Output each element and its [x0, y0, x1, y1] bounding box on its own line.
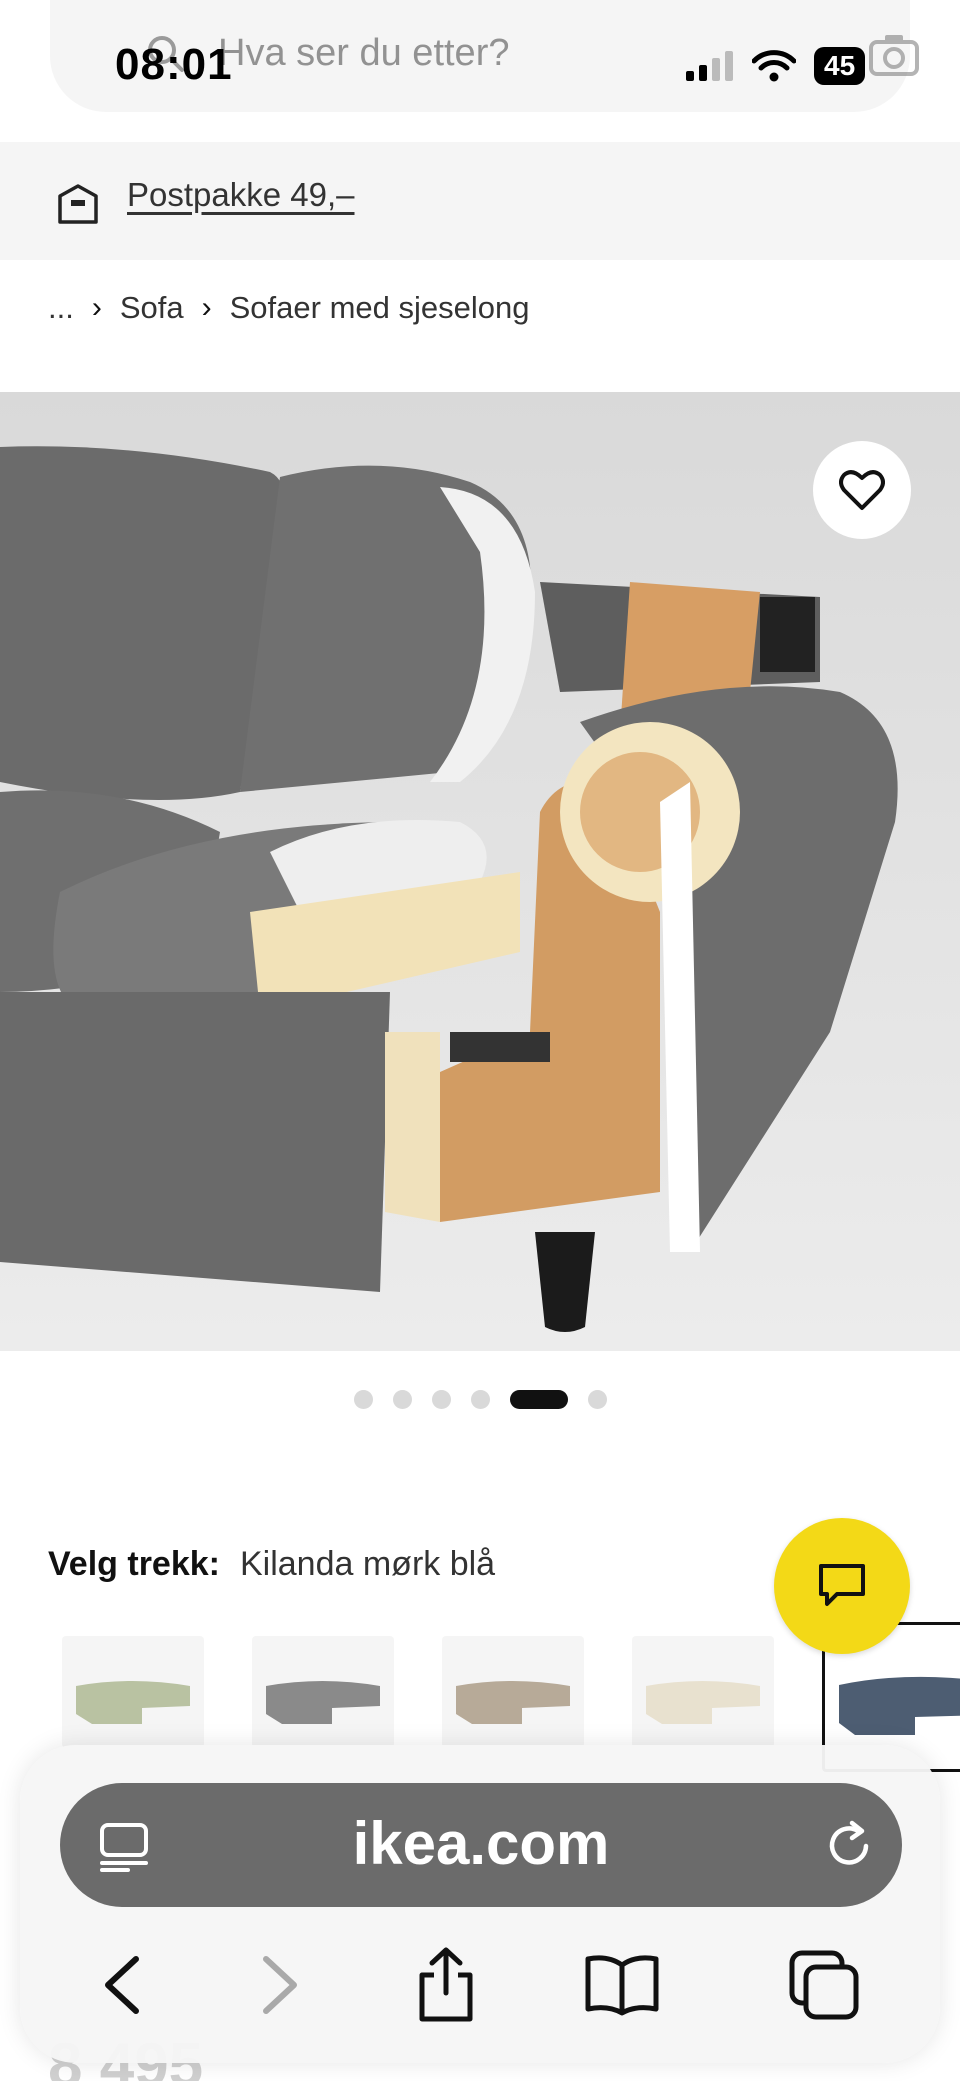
- sofa-illustration: [0, 392, 960, 1351]
- breadcrumb-item-sofa[interactable]: Sofa: [120, 290, 184, 326]
- box-icon: [58, 184, 98, 224]
- browser-toolbar: ikea.com: [20, 1745, 940, 2063]
- carousel-dot[interactable]: [431, 1390, 451, 1409]
- breadcrumb: ... › Sofa › Sofaer med sjeselong: [48, 290, 529, 326]
- share-icon: [419, 1947, 473, 2022]
- cellular-signal-icon: [686, 51, 733, 81]
- top-header: Hva ser du etter? 08:01 45: [0, 0, 960, 142]
- carousel-dot[interactable]: [470, 1390, 490, 1409]
- fabric-swatch[interactable]: [62, 1636, 204, 1748]
- carousel-dot[interactable]: [392, 1390, 412, 1409]
- share-button[interactable]: [406, 1945, 486, 2025]
- battery-indicator: 45: [814, 47, 866, 85]
- chat-icon: [819, 1564, 865, 1606]
- fabric-swatch[interactable]: [442, 1636, 584, 1748]
- sofa-thumbnail: [456, 1681, 570, 1724]
- product-image[interactable]: [0, 392, 960, 1351]
- bookmarks-button[interactable]: [582, 1945, 662, 2025]
- breadcrumb-item-sofaer-med-sjeselong[interactable]: Sofaer med sjeselong: [230, 290, 530, 326]
- forward-icon: [263, 1956, 297, 2014]
- chat-button[interactable]: [774, 1518, 910, 1654]
- breadcrumb-ellipsis[interactable]: ...: [48, 290, 74, 326]
- fabric-label: Velg trekk:: [48, 1545, 220, 1583]
- delivery-link[interactable]: Postpakke 49,–: [127, 176, 355, 214]
- search-input[interactable]: Hva ser du etter?: [218, 32, 509, 75]
- carousel-dot[interactable]: [587, 1390, 607, 1409]
- back-button[interactable]: [82, 1945, 162, 2025]
- favorite-button[interactable]: [813, 441, 911, 539]
- fabric-selection: Velg trekk: Kilanda mørk blå: [48, 1545, 495, 1584]
- carousel-dot[interactable]: [353, 1390, 373, 1409]
- sofa-thumbnail: [76, 1681, 190, 1724]
- status-icons: 45: [686, 44, 866, 88]
- browser-nav: [20, 1935, 940, 2035]
- sofa-thumbnail: [646, 1681, 760, 1724]
- delivery-banner: Postpakke 49,–: [0, 142, 960, 260]
- tabs-button[interactable]: [784, 1945, 864, 2025]
- address-bar[interactable]: ikea.com: [60, 1783, 902, 1907]
- carousel-dot-active[interactable]: [509, 1390, 568, 1409]
- fabric-swatch[interactable]: [632, 1636, 774, 1748]
- sofa-thumbnail: [266, 1681, 380, 1724]
- status-time: 08:01: [115, 40, 233, 89]
- fabric-swatch[interactable]: [252, 1636, 394, 1748]
- forward-button[interactable]: [240, 1945, 320, 2025]
- tabs-icon: [789, 1950, 859, 2020]
- bookmarks-icon: [585, 1955, 659, 2016]
- url-text[interactable]: ikea.com: [60, 1809, 902, 1878]
- breadcrumb-separator: ›: [201, 291, 212, 324]
- fabric-selected-value: Kilanda mørk blå: [239, 1545, 496, 1583]
- carousel-indicator: [0, 1390, 960, 1409]
- reload-icon[interactable]: [822, 1819, 876, 1873]
- heart-icon: [839, 470, 885, 510]
- camera-icon[interactable]: [868, 32, 920, 78]
- breadcrumb-separator: ›: [91, 291, 102, 324]
- back-icon: [105, 1956, 139, 2014]
- wifi-icon: [752, 50, 796, 82]
